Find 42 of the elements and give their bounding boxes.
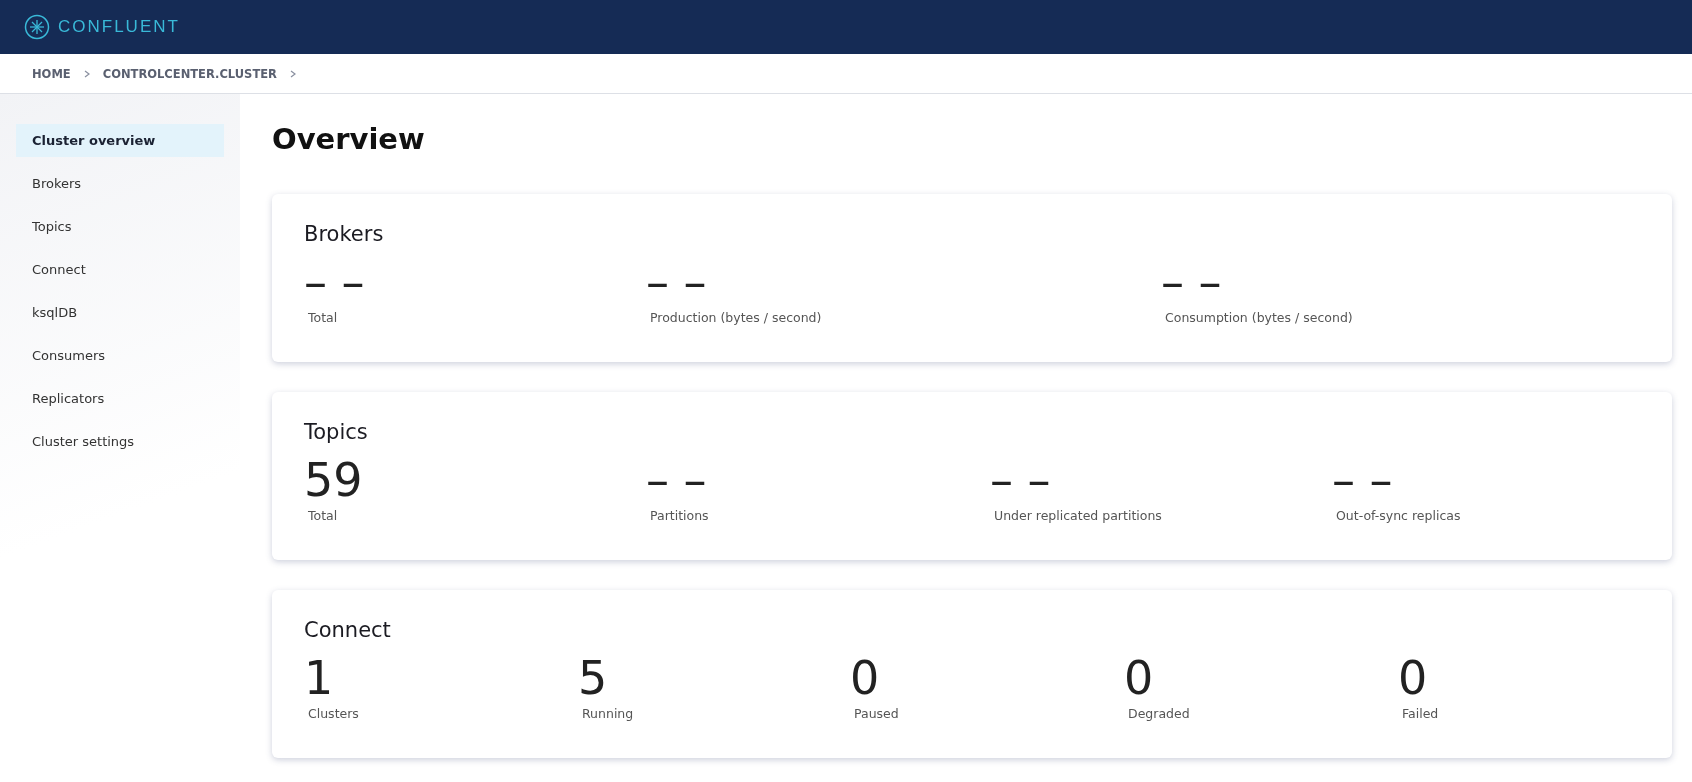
metric-value: 59 bbox=[304, 456, 363, 504]
sidebar-item[interactable]: ksqlDB bbox=[16, 296, 224, 329]
metric-value: – – bbox=[646, 258, 707, 306]
card-title: Topics bbox=[304, 420, 369, 444]
sidebar-item[interactable]: Consumers bbox=[16, 339, 224, 372]
sidebar-item[interactable]: Cluster settings bbox=[16, 425, 224, 458]
metric-label: Running bbox=[581, 706, 634, 721]
breadcrumb-link[interactable]: CONTROLCENTER.CLUSTER bbox=[102, 66, 277, 81]
breadcrumb-link[interactable]: HOME bbox=[32, 66, 71, 81]
sidebar-item[interactable]: Replicators bbox=[16, 382, 224, 415]
metric-label: Total bbox=[307, 310, 338, 325]
metric-value: 0 bbox=[1398, 654, 1428, 702]
brand-name: CONFLUENT bbox=[58, 17, 180, 37]
metric-label: Under replicated partitions bbox=[993, 508, 1162, 523]
metric-label: Partitions bbox=[649, 508, 709, 523]
metric-label: Consumption (bytes / second) bbox=[1164, 310, 1353, 325]
sidebar-item[interactable]: Topics bbox=[16, 210, 224, 243]
card-title: Brokers bbox=[304, 222, 385, 246]
metric-value: – – bbox=[990, 456, 1051, 504]
chevron-right-icon bbox=[82, 69, 91, 78]
metric-label: Degraded bbox=[1127, 706, 1190, 721]
metric-value: 0 bbox=[850, 654, 880, 702]
sidebar-item[interactable]: Connect bbox=[16, 253, 224, 286]
metric-value: – – bbox=[1332, 456, 1393, 504]
sidebar-item[interactable]: Brokers bbox=[16, 167, 224, 200]
chevron-right-icon bbox=[288, 69, 297, 78]
metric-label: Out-of-sync replicas bbox=[1335, 508, 1461, 523]
sidebar-item[interactable]: Cluster overview bbox=[16, 124, 224, 157]
metric-value: – – bbox=[304, 258, 365, 306]
logo-icon bbox=[24, 14, 50, 40]
metric-label: Failed bbox=[1401, 706, 1439, 721]
metric-label: Total bbox=[307, 508, 338, 523]
metric-label: Clusters bbox=[307, 706, 359, 721]
metric-value: 0 bbox=[1124, 654, 1154, 702]
metric-value: 5 bbox=[578, 654, 608, 702]
card-title: Connect bbox=[304, 618, 392, 642]
metric-value: – – bbox=[646, 456, 707, 504]
metric-label: Paused bbox=[853, 706, 899, 721]
metric-label: Production (bytes / second) bbox=[649, 310, 822, 325]
page-title: Overview bbox=[272, 122, 426, 156]
metric-value: 1 bbox=[304, 654, 334, 702]
metric-value: – – bbox=[1161, 258, 1222, 306]
